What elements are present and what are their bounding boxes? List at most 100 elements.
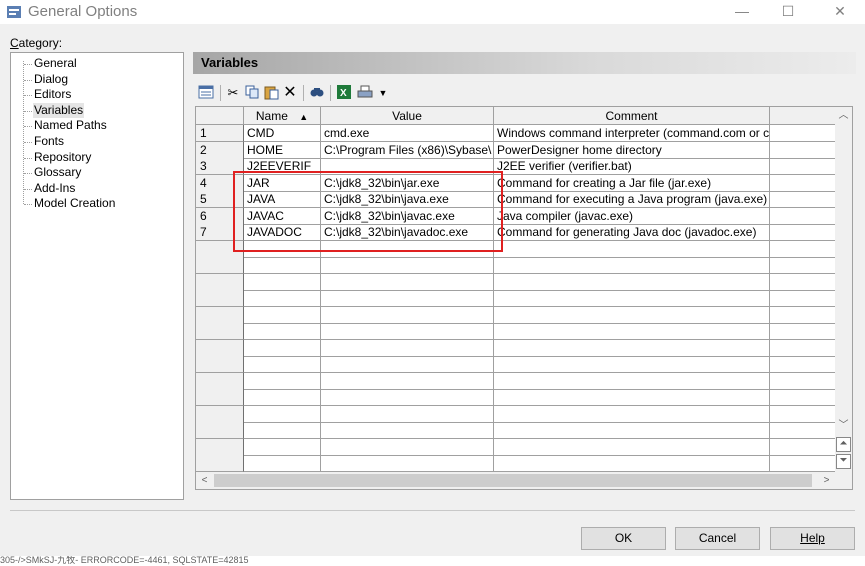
- delete-icon[interactable]: ✕: [281, 84, 299, 102]
- cell-comment[interactable]: [494, 422, 770, 439]
- cell-value[interactable]: [321, 257, 494, 274]
- cell-blank[interactable]: [770, 191, 836, 208]
- cell-name[interactable]: [244, 339, 321, 357]
- cell-value[interactable]: [321, 405, 494, 423]
- horizontal-scrollbar[interactable]: < >: [196, 472, 836, 489]
- horizontal-scroll-thumb[interactable]: [214, 474, 812, 487]
- cell-comment[interactable]: [494, 455, 770, 472]
- cell-blank[interactable]: [770, 306, 836, 324]
- category-item[interactable]: Model Creation: [33, 196, 116, 211]
- cell-value[interactable]: C:\Program Files (x86)\Sybase\: [321, 141, 494, 159]
- cell-blank[interactable]: [770, 257, 836, 274]
- cell-value[interactable]: cmd.exe: [321, 125, 494, 142]
- cell-value[interactable]: [321, 273, 494, 291]
- cell-name[interactable]: [244, 323, 321, 340]
- scroll-left-icon[interactable]: <: [196, 472, 213, 489]
- cell-name[interactable]: CMD: [244, 125, 321, 142]
- help-button[interactable]: Help: [770, 527, 855, 550]
- cell-blank[interactable]: [770, 405, 836, 423]
- cell-blank[interactable]: [770, 438, 836, 456]
- scroll-right-icon[interactable]: >: [818, 472, 835, 489]
- category-item[interactable]: Add-Ins: [33, 181, 76, 196]
- cell-value[interactable]: [321, 306, 494, 324]
- category-tree[interactable]: General Dialog Editors Variables Named Paths…: [10, 52, 184, 500]
- cell-blank[interactable]: [770, 174, 836, 192]
- find-icon[interactable]: [308, 84, 326, 102]
- row-header[interactable]: [196, 257, 244, 274]
- cell-blank[interactable]: [770, 323, 836, 340]
- cell-comment[interactable]: [494, 405, 770, 423]
- category-item[interactable]: General: [33, 56, 78, 71]
- cell-blank[interactable]: [770, 240, 836, 258]
- cell-name[interactable]: [244, 372, 321, 390]
- dropdown-arrow-icon[interactable]: ▼: [374, 84, 392, 102]
- row-header[interactable]: [196, 405, 244, 423]
- cell-blank[interactable]: [770, 356, 836, 373]
- row-header[interactable]: [196, 389, 244, 406]
- cell-comment[interactable]: [494, 306, 770, 324]
- row-header[interactable]: [196, 356, 244, 373]
- cell-name[interactable]: [244, 389, 321, 406]
- cell-comment[interactable]: Command for creating a Jar file (jar.exe…: [494, 174, 770, 192]
- cell-name[interactable]: [244, 422, 321, 439]
- cell-blank[interactable]: [770, 290, 836, 307]
- row-header[interactable]: [196, 372, 244, 390]
- cell-comment[interactable]: [494, 372, 770, 390]
- print-icon[interactable]: [356, 84, 374, 102]
- cell-value[interactable]: [321, 290, 494, 307]
- cell-comment[interactable]: [494, 257, 770, 274]
- scroll-bottom-icon[interactable]: ⏷: [836, 454, 851, 469]
- row-header[interactable]: [196, 339, 244, 357]
- cell-name[interactable]: [244, 257, 321, 274]
- row-header[interactable]: [196, 323, 244, 340]
- cell-value[interactable]: [321, 372, 494, 390]
- column-header-comment[interactable]: Comment: [494, 107, 770, 125]
- ok-button[interactable]: OK: [581, 527, 666, 550]
- scroll-down-icon[interactable]: ﹀: [835, 417, 852, 434]
- cell-name[interactable]: HOME: [244, 141, 321, 159]
- row-header[interactable]: [196, 422, 244, 439]
- cell-comment[interactable]: J2EE verifier (verifier.bat): [494, 158, 770, 175]
- category-item[interactable]: Editors: [33, 87, 72, 102]
- properties-icon[interactable]: [197, 84, 215, 102]
- column-header-name[interactable]: Name ▲: [244, 107, 321, 125]
- row-header[interactable]: [196, 306, 244, 324]
- variables-grid[interactable]: Name ▲ Value Comment 1 CMD cmd.exe Windows …: [195, 106, 853, 490]
- cell-comment[interactable]: Command for executing a Java program (ja…: [494, 191, 770, 208]
- column-header-value[interactable]: Value: [321, 107, 494, 125]
- cell-comment[interactable]: Java compiler (javac.exe): [494, 207, 770, 225]
- category-item[interactable]: Dialog: [33, 72, 69, 87]
- category-item[interactable]: Fonts: [33, 134, 65, 149]
- cell-blank[interactable]: [770, 207, 836, 225]
- cell-value[interactable]: [321, 422, 494, 439]
- cell-comment[interactable]: [494, 273, 770, 291]
- cell-value[interactable]: [321, 323, 494, 340]
- scroll-top-icon[interactable]: ⏶: [836, 437, 851, 452]
- cell-comment[interactable]: [494, 290, 770, 307]
- close-button[interactable]: ✕: [817, 0, 863, 24]
- row-header[interactable]: [196, 273, 244, 291]
- cell-value[interactable]: [321, 455, 494, 472]
- cell-blank[interactable]: [770, 455, 836, 472]
- cell-blank[interactable]: [770, 125, 836, 142]
- cell-comment[interactable]: [494, 389, 770, 406]
- category-item[interactable]: Repository: [33, 150, 92, 165]
- scroll-up-icon[interactable]: ︿: [835, 107, 852, 124]
- row-header[interactable]: 2: [196, 141, 244, 159]
- cell-comment[interactable]: [494, 339, 770, 357]
- row-header[interactable]: [196, 290, 244, 307]
- category-item[interactable]: Variables: [33, 102, 85, 118]
- cell-blank[interactable]: [770, 273, 836, 291]
- paste-icon[interactable]: [262, 84, 280, 102]
- cell-value[interactable]: [321, 389, 494, 406]
- cell-comment[interactable]: [494, 323, 770, 340]
- category-item[interactable]: Glossary: [33, 165, 82, 180]
- cell-comment[interactable]: [494, 240, 770, 258]
- cell-comment[interactable]: [494, 438, 770, 456]
- vertical-scrollbar[interactable]: ︿ ﹀ ⏶ ⏷: [835, 107, 852, 473]
- cell-name[interactable]: [244, 438, 321, 456]
- category-item[interactable]: Named Paths: [33, 118, 108, 133]
- cell-blank[interactable]: [770, 158, 836, 175]
- cell-comment[interactable]: Windows command interpreter (command.com…: [494, 125, 770, 142]
- cut-icon[interactable]: ✂: [224, 84, 242, 102]
